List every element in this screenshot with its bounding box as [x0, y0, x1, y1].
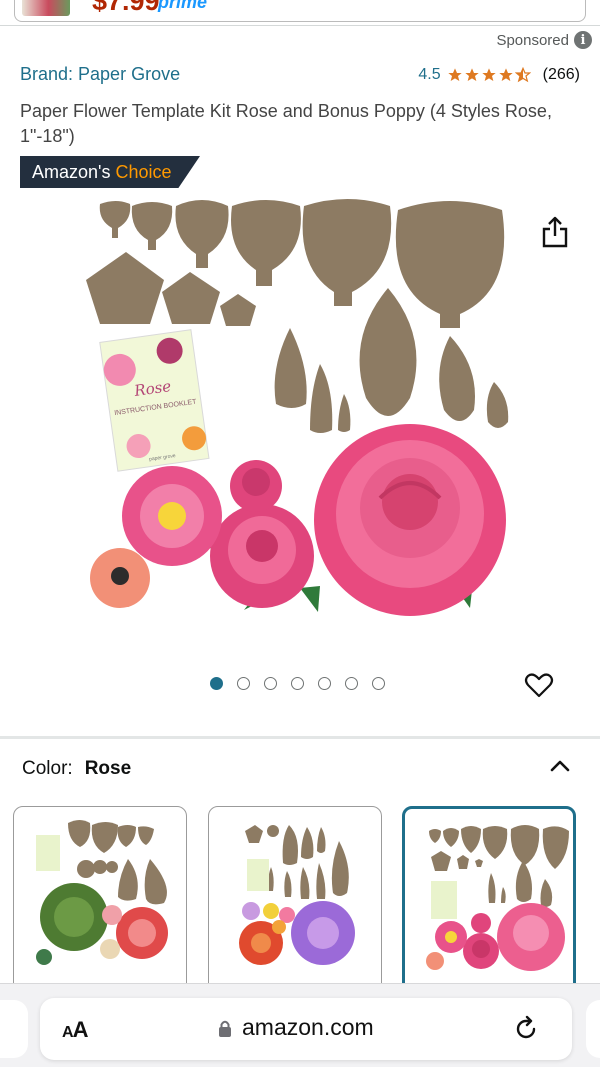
chevron-up-icon[interactable] [548, 756, 572, 774]
lock-icon [219, 1020, 231, 1037]
image-carousel-indicator[interactable] [210, 677, 385, 690]
star-icon [447, 68, 462, 81]
swatch-image [426, 825, 569, 971]
swatch-image [36, 820, 168, 965]
carousel-dot[interactable] [237, 677, 250, 690]
info-icon[interactable]: i [574, 31, 592, 49]
address-bar[interactable]: AA amazon.com [40, 998, 572, 1060]
previous-tab-card[interactable] [0, 1000, 28, 1058]
reader-settings-button[interactable]: AA [62, 1017, 89, 1043]
rating-value: 4.5 [418, 66, 441, 83]
badge-highlight: Choice [115, 162, 172, 182]
badge-prefix: Amazon's [32, 162, 111, 182]
aa-big: A [72, 1017, 89, 1042]
carousel-dot[interactable] [291, 677, 304, 690]
star-rating [447, 67, 531, 83]
next-tab-card[interactable] [586, 1000, 600, 1058]
color-swatch-succulent[interactable] [13, 806, 187, 996]
amazons-choice-badge[interactable]: Amazon's Choice [20, 156, 200, 188]
previous-product-card[interactable]: $7.99 prime [0, 0, 600, 26]
price: $7.99 [92, 0, 160, 16]
color-label: Color: [22, 758, 73, 779]
color-swatch-rose[interactable] [402, 806, 576, 996]
star-icon [464, 68, 479, 81]
heart-icon[interactable] [524, 670, 554, 700]
carousel-dot[interactable] [318, 677, 331, 690]
review-count: (266) [542, 66, 580, 83]
url-text: amazon.com [242, 1014, 374, 1040]
star-icon [481, 68, 496, 81]
color-selector-label: Color: Rose [22, 758, 131, 780]
section-divider [0, 736, 600, 739]
url-display[interactable]: amazon.com [218, 1014, 374, 1041]
carousel-dot[interactable] [372, 677, 385, 690]
carousel-dot[interactable] [210, 677, 223, 690]
share-icon[interactable] [541, 216, 569, 248]
product-page: $7.99 prime Sponsored i Brand: Paper Gro… [0, 0, 600, 1067]
sponsored-label[interactable]: Sponsored i [496, 31, 592, 49]
rating[interactable]: 4.5 (266) [418, 66, 580, 84]
browser-bottom-bar: AA amazon.com [0, 983, 600, 1067]
carousel-dot[interactable] [345, 677, 358, 690]
swatch-image [239, 825, 355, 965]
product-thumbnail [22, 0, 70, 16]
prime-logo: prime [158, 0, 208, 12]
star-icon [498, 68, 513, 81]
color-value: Rose [84, 758, 132, 779]
sponsored-text: Sponsored [496, 31, 569, 49]
carousel-dot[interactable] [264, 677, 277, 690]
color-swatch-dahlia[interactable] [208, 806, 382, 996]
instruction-booklet: Rose INSTRUCTION BOOKLET paper grove [99, 329, 210, 472]
product-title: Paper Flower Template Kit Rose and Bonus… [20, 101, 552, 146]
half-star-icon [514, 67, 531, 83]
brand-link[interactable]: Brand: Paper Grove [20, 64, 180, 85]
reload-icon[interactable] [512, 1015, 540, 1043]
product-image[interactable]: Rose INSTRUCTION BOOKLET paper grove [80, 198, 530, 628]
aa-small: A [62, 1024, 74, 1041]
